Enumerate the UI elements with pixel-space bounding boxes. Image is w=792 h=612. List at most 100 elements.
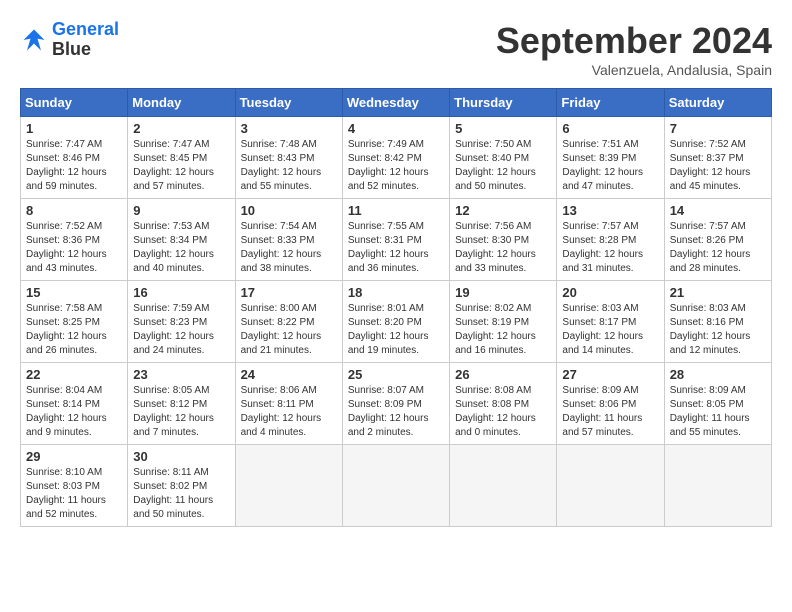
day-info: Sunrise: 8:02 AMSunset: 8:19 PMDaylight:… [455,302,551,358]
day-number: 12 [455,203,551,218]
day-info: Sunrise: 8:03 AMSunset: 8:16 PMDaylight:… [670,302,766,358]
calendar-cell: 22 Sunrise: 8:04 AMSunset: 8:14 PMDaylig… [21,363,128,445]
day-info: Sunrise: 8:10 AMSunset: 8:03 PMDaylight:… [26,466,122,522]
calendar-cell: 19 Sunrise: 8:02 AMSunset: 8:19 PMDaylig… [450,281,557,363]
day-number: 9 [133,203,229,218]
month-title: September 2024 [496,20,772,62]
day-number: 18 [348,285,444,300]
calendar-cell: 24 Sunrise: 8:06 AMSunset: 8:11 PMDaylig… [235,363,342,445]
calendar-cell: 18 Sunrise: 8:01 AMSunset: 8:20 PMDaylig… [342,281,449,363]
calendar-week-row: 1 Sunrise: 7:47 AMSunset: 8:46 PMDayligh… [21,117,772,199]
calendar-week-row: 29 Sunrise: 8:10 AMSunset: 8:03 PMDaylig… [21,445,772,527]
calendar-cell: 27 Sunrise: 8:09 AMSunset: 8:06 PMDaylig… [557,363,664,445]
day-number: 16 [133,285,229,300]
calendar-cell: 10 Sunrise: 7:54 AMSunset: 8:33 PMDaylig… [235,199,342,281]
calendar-cell [664,445,771,527]
day-number: 24 [241,367,337,382]
day-number: 8 [26,203,122,218]
day-info: Sunrise: 7:52 AMSunset: 8:37 PMDaylight:… [670,138,766,194]
header-thursday: Thursday [450,89,557,117]
day-info: Sunrise: 7:50 AMSunset: 8:40 PMDaylight:… [455,138,551,194]
day-info: Sunrise: 7:56 AMSunset: 8:30 PMDaylight:… [455,220,551,276]
calendar-cell: 11 Sunrise: 7:55 AMSunset: 8:31 PMDaylig… [342,199,449,281]
calendar-cell: 14 Sunrise: 7:57 AMSunset: 8:26 PMDaylig… [664,199,771,281]
day-info: Sunrise: 8:09 AMSunset: 8:06 PMDaylight:… [562,384,658,440]
day-number: 10 [241,203,337,218]
day-info: Sunrise: 7:58 AMSunset: 8:25 PMDaylight:… [26,302,122,358]
calendar-cell [235,445,342,527]
logo: General Blue [20,20,119,60]
day-number: 28 [670,367,766,382]
day-number: 30 [133,449,229,464]
calendar-cell: 12 Sunrise: 7:56 AMSunset: 8:30 PMDaylig… [450,199,557,281]
day-info: Sunrise: 7:51 AMSunset: 8:39 PMDaylight:… [562,138,658,194]
day-number: 27 [562,367,658,382]
calendar-cell: 3 Sunrise: 7:48 AMSunset: 8:43 PMDayligh… [235,117,342,199]
header-tuesday: Tuesday [235,89,342,117]
day-number: 11 [348,203,444,218]
day-info: Sunrise: 7:54 AMSunset: 8:33 PMDaylight:… [241,220,337,276]
calendar-cell [342,445,449,527]
calendar-cell: 5 Sunrise: 7:50 AMSunset: 8:40 PMDayligh… [450,117,557,199]
calendar-cell: 20 Sunrise: 8:03 AMSunset: 8:17 PMDaylig… [557,281,664,363]
day-info: Sunrise: 7:57 AMSunset: 8:26 PMDaylight:… [670,220,766,276]
day-info: Sunrise: 7:49 AMSunset: 8:42 PMDaylight:… [348,138,444,194]
day-number: 17 [241,285,337,300]
calendar-cell: 30 Sunrise: 8:11 AMSunset: 8:02 PMDaylig… [128,445,235,527]
header-monday: Monday [128,89,235,117]
day-info: Sunrise: 8:05 AMSunset: 8:12 PMDaylight:… [133,384,229,440]
calendar-cell: 26 Sunrise: 8:08 AMSunset: 8:08 PMDaylig… [450,363,557,445]
calendar-cell: 9 Sunrise: 7:53 AMSunset: 8:34 PMDayligh… [128,199,235,281]
calendar-cell: 7 Sunrise: 7:52 AMSunset: 8:37 PMDayligh… [664,117,771,199]
day-number: 29 [26,449,122,464]
calendar-cell: 13 Sunrise: 7:57 AMSunset: 8:28 PMDaylig… [557,199,664,281]
day-number: 20 [562,285,658,300]
header-saturday: Saturday [664,89,771,117]
calendar-week-row: 15 Sunrise: 7:58 AMSunset: 8:25 PMDaylig… [21,281,772,363]
day-info: Sunrise: 8:01 AMSunset: 8:20 PMDaylight:… [348,302,444,358]
header-friday: Friday [557,89,664,117]
logo-icon [20,26,48,54]
day-number: 6 [562,121,658,136]
header-wednesday: Wednesday [342,89,449,117]
day-number: 3 [241,121,337,136]
logo-text: General Blue [52,20,119,60]
header-sunday: Sunday [21,89,128,117]
day-number: 22 [26,367,122,382]
calendar-cell: 6 Sunrise: 7:51 AMSunset: 8:39 PMDayligh… [557,117,664,199]
day-info: Sunrise: 7:47 AMSunset: 8:46 PMDaylight:… [26,138,122,194]
day-number: 23 [133,367,229,382]
day-number: 25 [348,367,444,382]
calendar-week-row: 8 Sunrise: 7:52 AMSunset: 8:36 PMDayligh… [21,199,772,281]
calendar-week-row: 22 Sunrise: 8:04 AMSunset: 8:14 PMDaylig… [21,363,772,445]
calendar-cell: 16 Sunrise: 7:59 AMSunset: 8:23 PMDaylig… [128,281,235,363]
day-info: Sunrise: 7:48 AMSunset: 8:43 PMDaylight:… [241,138,337,194]
calendar-cell: 28 Sunrise: 8:09 AMSunset: 8:05 PMDaylig… [664,363,771,445]
day-info: Sunrise: 8:11 AMSunset: 8:02 PMDaylight:… [133,466,229,522]
title-block: September 2024 Valenzuela, Andalusia, Sp… [496,20,772,78]
day-info: Sunrise: 7:53 AMSunset: 8:34 PMDaylight:… [133,220,229,276]
calendar-table: SundayMondayTuesdayWednesdayThursdayFrid… [20,88,772,527]
day-number: 15 [26,285,122,300]
calendar-cell [557,445,664,527]
day-info: Sunrise: 8:04 AMSunset: 8:14 PMDaylight:… [26,384,122,440]
calendar-cell: 25 Sunrise: 8:07 AMSunset: 8:09 PMDaylig… [342,363,449,445]
calendar-cell: 17 Sunrise: 8:00 AMSunset: 8:22 PMDaylig… [235,281,342,363]
day-info: Sunrise: 7:47 AMSunset: 8:45 PMDaylight:… [133,138,229,194]
day-number: 7 [670,121,766,136]
calendar-header-row: SundayMondayTuesdayWednesdayThursdayFrid… [21,89,772,117]
day-number: 1 [26,121,122,136]
day-info: Sunrise: 8:06 AMSunset: 8:11 PMDaylight:… [241,384,337,440]
calendar-cell: 29 Sunrise: 8:10 AMSunset: 8:03 PMDaylig… [21,445,128,527]
day-number: 4 [348,121,444,136]
day-number: 5 [455,121,551,136]
calendar-cell: 8 Sunrise: 7:52 AMSunset: 8:36 PMDayligh… [21,199,128,281]
day-number: 19 [455,285,551,300]
day-number: 26 [455,367,551,382]
day-info: Sunrise: 7:52 AMSunset: 8:36 PMDaylight:… [26,220,122,276]
calendar-cell: 23 Sunrise: 8:05 AMSunset: 8:12 PMDaylig… [128,363,235,445]
day-number: 14 [670,203,766,218]
day-number: 13 [562,203,658,218]
day-number: 21 [670,285,766,300]
day-info: Sunrise: 8:03 AMSunset: 8:17 PMDaylight:… [562,302,658,358]
